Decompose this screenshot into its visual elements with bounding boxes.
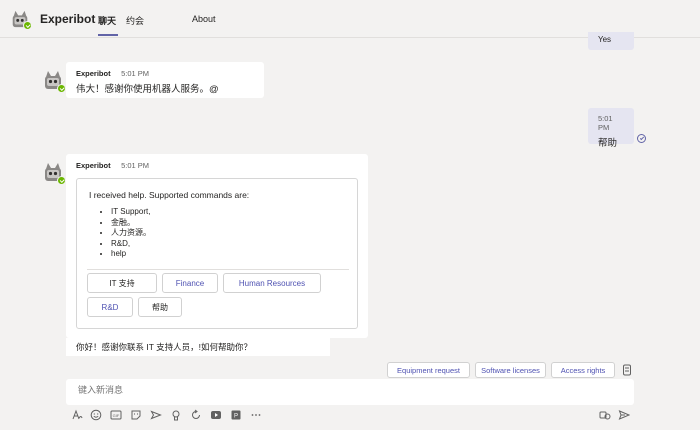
command-item: IT Support, — [111, 207, 151, 218]
send-icon[interactable] — [618, 409, 631, 421]
app-icon[interactable]: P — [230, 409, 242, 421]
bot-avatar-icon — [42, 69, 66, 93]
tab-about[interactable]: About — [192, 14, 216, 24]
message-text: Yes — [598, 35, 612, 44]
suggestion-software-licenses[interactable]: Software licenses — [475, 362, 546, 378]
tab-appointments[interactable]: 约会 — [126, 14, 144, 27]
card-intro-text: I received help. Supported commands are: — [89, 190, 250, 200]
emoji-icon[interactable] — [90, 409, 102, 421]
bot-avatar-icon — [42, 161, 66, 185]
message-input[interactable] — [78, 385, 618, 395]
meet-icon[interactable] — [150, 409, 162, 421]
adaptive-card: I received help. Supported commands are:… — [76, 178, 358, 329]
command-item: R&D, — [111, 239, 151, 250]
more-icon[interactable] — [250, 409, 262, 421]
svg-text:P: P — [234, 414, 238, 420]
bot-message-bubble: Experibot 5:01 PM 伟大！感谢你使用机器人服务。@ — [66, 62, 264, 98]
sticker-icon[interactable] — [130, 409, 142, 421]
svg-text:GIF: GIF — [113, 413, 120, 418]
praise-icon[interactable] — [170, 409, 182, 421]
card-divider — [87, 269, 349, 270]
app-title: Experibot — [40, 12, 96, 26]
suggestion-access-rights[interactable]: Access rights — [551, 362, 615, 378]
read-receipt-icon — [637, 134, 646, 143]
my-message-bubble: 5:01 PM 帮助 — [588, 108, 634, 149]
format-icon[interactable] — [71, 409, 83, 421]
bot-followup-message: 你好！感谢你联系 IT 支持人员，!如何帮助你？ — [66, 338, 330, 356]
message-time: 5:01 PM — [598, 114, 613, 132]
message-text: 帮助 — [598, 138, 618, 149]
command-item: help — [111, 249, 151, 260]
finance-button[interactable]: Finance — [162, 273, 218, 293]
compose-box[interactable] — [66, 379, 634, 405]
command-item: 金融。 — [111, 218, 151, 229]
active-tab-indicator — [98, 34, 118, 36]
human-resources-button[interactable]: Human Resources — [223, 273, 321, 293]
loop-icon[interactable] — [190, 409, 202, 421]
bot-avatar-icon — [10, 9, 32, 30]
message-time: 5:01 PM — [121, 161, 150, 170]
message-text: 伟大！感谢你使用机器人服务。@ — [76, 84, 219, 95]
my-message-bubble: Yes — [588, 32, 634, 50]
rnd-button[interactable]: R&D — [87, 297, 133, 317]
message-time: 5:01 PM — [121, 69, 150, 78]
tab-chat[interactable]: 聊天 — [98, 14, 116, 27]
it-support-button[interactable]: IT 支持 — [87, 273, 157, 293]
message-sender: Experibot — [76, 69, 111, 78]
help-button[interactable]: 帮助 — [138, 297, 182, 317]
message-sender: Experibot — [76, 161, 111, 170]
suggestion-equipment-request[interactable]: Equipment request — [387, 362, 470, 378]
command-list: IT Support, 金融。 人力资源。 R&D, help — [111, 207, 151, 260]
presence-available-icon — [57, 176, 66, 185]
presence-available-icon — [57, 84, 66, 93]
gif-icon[interactable]: GIF — [110, 409, 122, 421]
schedule-send-icon[interactable] — [599, 409, 611, 421]
video-icon[interactable] — [210, 409, 222, 421]
bot-menu-icon[interactable] — [622, 364, 632, 376]
command-item: 人力资源。 — [111, 228, 151, 239]
